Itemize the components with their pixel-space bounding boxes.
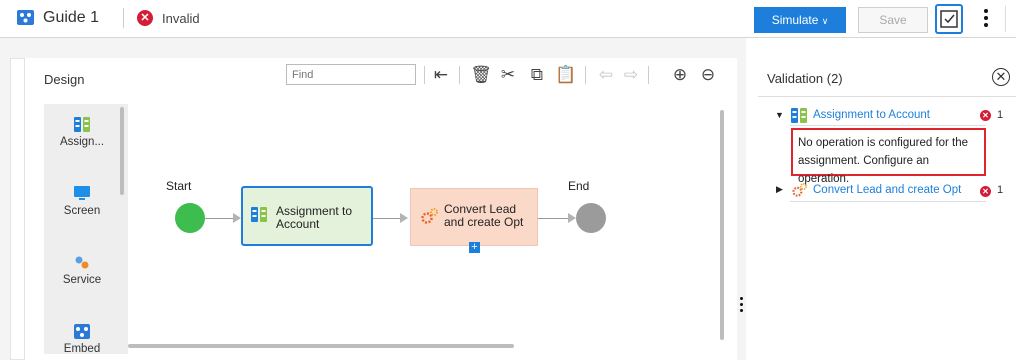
- palette-item-service[interactable]: Service: [44, 255, 120, 286]
- end-label: End: [568, 179, 590, 193]
- palette-item-assignment[interactable]: Assign...: [44, 117, 120, 148]
- step-label-line: and create Opt: [444, 215, 524, 229]
- copy-icon[interactable]: ⧉: [526, 64, 548, 86]
- save-button[interactable]: Save: [858, 7, 928, 33]
- assignment-icon: [251, 207, 267, 227]
- toolbar-divider: [585, 66, 586, 84]
- caret-down-icon[interactable]: ▼: [775, 110, 784, 120]
- palette-item-label: Screen: [63, 205, 101, 217]
- assignment-icon: [74, 117, 90, 132]
- connector-arrow: [568, 213, 576, 223]
- start-node[interactable]: [175, 203, 205, 233]
- connector-line: [538, 218, 570, 219]
- error-icon: ✕: [137, 10, 153, 26]
- palette-item-label: Assign...: [59, 136, 105, 148]
- more-options-icon[interactable]: [982, 8, 990, 30]
- palette-item-embed[interactable]: Embed: [44, 324, 120, 355]
- palette-item-screen[interactable]: Screen: [44, 186, 120, 217]
- zoom-in-icon[interactable]: ⊕: [669, 64, 691, 86]
- zoom-out-icon[interactable]: ⊖: [697, 64, 719, 86]
- validate-button[interactable]: [935, 4, 963, 34]
- validation-message: No operation is configured for the assig…: [791, 128, 986, 185]
- connector-arrow: [233, 213, 241, 223]
- connector-line: [205, 218, 235, 219]
- paste-icon[interactable]: 📋: [555, 64, 577, 86]
- step-label: Assignment to Account: [276, 205, 352, 231]
- step-label: Convert Lead and create Opt: [444, 203, 523, 229]
- chevron-down-icon: ∨: [821, 16, 829, 26]
- canvas-horizontal-scrollbar[interactable]: [128, 344, 514, 348]
- top-bar: Guide 1 ✕ Invalid Simulate ∨ Save: [0, 0, 1016, 38]
- toolbar-divider: [424, 66, 425, 84]
- canvas-vertical-scrollbar[interactable]: [720, 110, 724, 340]
- palette-item-label: Embed: [63, 343, 101, 355]
- service-icon: [421, 208, 439, 229]
- status-text: Invalid: [162, 11, 200, 26]
- divider: [1005, 6, 1006, 32]
- validation-title: Validation (2): [767, 71, 843, 86]
- simulate-button[interactable]: Simulate ∨: [754, 7, 846, 33]
- step-label-line: Account: [276, 217, 320, 231]
- close-icon[interactable]: ✕: [992, 68, 1010, 86]
- error-icon: ✕: [980, 186, 991, 197]
- delete-icon[interactable]: 🗑: [470, 64, 492, 86]
- validate-check-icon: [940, 10, 958, 28]
- service-icon: [74, 255, 90, 270]
- error-count: 1: [997, 109, 1004, 121]
- error-count: 1: [997, 184, 1004, 196]
- toolbar-divider: [459, 66, 460, 84]
- simulate-label: Simulate: [771, 13, 819, 27]
- undo-icon[interactable]: ⇦: [595, 64, 617, 86]
- validation-item-link[interactable]: Assignment to Account: [813, 109, 930, 121]
- divider: [758, 96, 1016, 97]
- toolbar-divider: [648, 66, 649, 84]
- design-panel: [24, 58, 737, 360]
- panel-resize-handle[interactable]: [740, 297, 744, 313]
- collapse-left-icon[interactable]: ⇤: [430, 64, 452, 86]
- divider: [790, 201, 986, 202]
- validation-item-link[interactable]: Convert Lead and create Opt: [813, 184, 961, 196]
- service-icon: [792, 183, 808, 202]
- embed-icon: [74, 324, 90, 339]
- palette-scrollbar[interactable]: [120, 107, 124, 195]
- start-label: Start: [166, 179, 192, 193]
- error-icon: ✕: [980, 110, 991, 121]
- redo-icon[interactable]: ⇨: [620, 64, 642, 86]
- palette-item-label: Service: [62, 274, 102, 286]
- validation-panel: [748, 56, 1016, 360]
- design-title: Design: [44, 72, 85, 87]
- end-node[interactable]: [576, 203, 606, 233]
- divider: [790, 125, 986, 126]
- find-input[interactable]: [286, 64, 416, 85]
- connector-arrow: [400, 213, 408, 223]
- add-step-button[interactable]: +: [469, 242, 480, 253]
- divider: [123, 8, 124, 28]
- connector-line: [373, 218, 401, 219]
- caret-right-icon[interactable]: ▶: [776, 184, 783, 195]
- guide-icon: [17, 10, 34, 25]
- cut-icon[interactable]: ✂: [497, 64, 519, 86]
- guide-title: Guide 1: [43, 9, 100, 26]
- screen-icon: [74, 186, 90, 201]
